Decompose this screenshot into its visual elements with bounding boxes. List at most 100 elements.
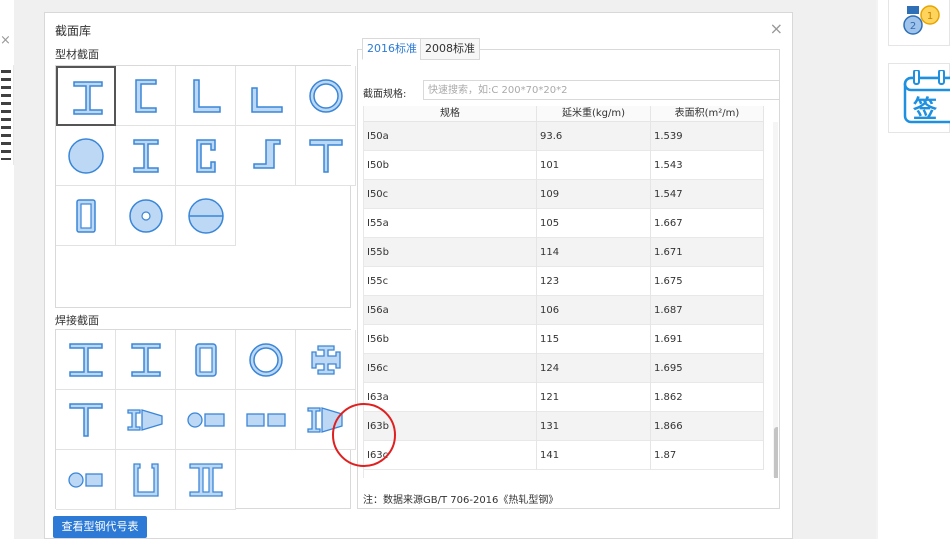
table-row[interactable]: I56c 124 1.695 — [364, 354, 764, 383]
left-side-tab-label — [1, 70, 11, 160]
tab-2016-standard[interactable]: 2016标准 — [362, 38, 422, 60]
z-section[interactable] — [236, 126, 296, 186]
lipped-channel-section[interactable] — [176, 126, 236, 186]
cell-spec: I56a — [364, 296, 537, 325]
welded-tee-section[interactable] — [56, 390, 116, 450]
welded-tee-icon — [69, 403, 103, 437]
double-rect-section[interactable] — [236, 390, 296, 450]
cell-weight: 101 — [537, 151, 651, 180]
table-row[interactable]: I56b 115 1.691 — [364, 325, 764, 354]
lipped-channel-icon — [196, 139, 216, 173]
hollow-round-icon — [129, 199, 163, 233]
welded-i-section[interactable] — [56, 330, 116, 390]
i-beam-icon — [73, 81, 103, 115]
column-header-spec[interactable]: 规格 — [364, 106, 537, 122]
table-row[interactable]: I55b 114 1.671 — [364, 238, 764, 267]
double-web-i-icon — [189, 463, 223, 497]
i-beam-light-icon — [133, 139, 159, 173]
welded-pipe-section[interactable] — [236, 330, 296, 390]
double-web-i-section[interactable] — [176, 450, 236, 510]
equal-angle-icon — [193, 79, 221, 113]
welded-cross-section[interactable] — [296, 330, 356, 390]
tee-icon — [309, 139, 343, 173]
cell-spec: I63a — [364, 383, 537, 412]
pipe-icon — [309, 79, 343, 113]
double-rect-icon — [246, 413, 286, 427]
dialog-title: 截面库 — [55, 24, 92, 38]
u-box-section[interactable] — [116, 450, 176, 510]
table-header: 规格 延米重(kg/m) 表面积(m²/m) — [364, 106, 764, 122]
calendar-checkin-icon: 签 — [903, 70, 950, 124]
cell-area: 1.543 — [651, 151, 764, 180]
welded-box-icon — [195, 343, 217, 377]
cell-spec: I56c — [364, 354, 537, 383]
cell-area: 1.87 — [651, 441, 764, 470]
close-icon[interactable]: × — [770, 19, 783, 38]
table-row[interactable]: I50a 93.6 1.539 — [364, 122, 764, 151]
cell-area: 1.695 — [651, 354, 764, 383]
cell-weight: 93.6 — [537, 122, 651, 151]
table-row[interactable]: I63a 121 1.862 — [364, 383, 764, 412]
welded-i-narrow-section[interactable] — [116, 330, 176, 390]
u-box-icon — [133, 463, 159, 497]
round-bar-section[interactable] — [56, 126, 116, 186]
pipe-section[interactable] — [296, 66, 356, 126]
scrollbar-thumb[interactable] — [774, 427, 778, 478]
round-plate-icon — [68, 472, 103, 488]
table-row[interactable]: I50c 109 1.547 — [364, 180, 764, 209]
round-plate-section[interactable] — [56, 450, 116, 510]
search-input[interactable] — [423, 80, 780, 100]
i-tapered-plate-icon — [307, 407, 343, 433]
welded-section-grid — [55, 329, 356, 510]
table-row[interactable]: I63b 131 1.866 — [364, 412, 764, 441]
welded-box-section[interactable] — [176, 330, 236, 390]
z-section-icon — [253, 139, 281, 169]
cell-weight: 106 — [537, 296, 651, 325]
table-row[interactable]: I50b 101 1.543 — [364, 151, 764, 180]
welded-pipe-icon — [249, 343, 283, 377]
welded-i-narrow-icon — [131, 343, 161, 377]
cell-spec: I63b — [364, 412, 537, 441]
cell-area: 1.539 — [651, 122, 764, 151]
table-row[interactable]: I55a 105 1.667 — [364, 209, 764, 238]
cell-weight: 121 — [537, 383, 651, 412]
split-round-section[interactable] — [176, 186, 236, 246]
tee-section[interactable] — [296, 126, 356, 186]
cell-spec: I55a — [364, 209, 537, 238]
table-scrollbar[interactable] — [773, 122, 778, 478]
table-row[interactable]: I56a 106 1.687 — [364, 296, 764, 325]
view-steel-code-table-button[interactable]: 查看型钢代号表 — [53, 516, 147, 538]
cell-weight: 131 — [537, 412, 651, 441]
cell-spec: I63c — [364, 441, 537, 470]
i-tapered-plate-section[interactable] — [296, 390, 356, 450]
cell-area: 1.547 — [651, 180, 764, 209]
svg-text:1: 1 — [927, 11, 933, 22]
tapered-i-section[interactable] — [116, 390, 176, 450]
cell-weight: 124 — [537, 354, 651, 383]
medal-icon: 2 1 — [903, 5, 940, 35]
tab-2008-standard[interactable]: 2008标准 — [420, 38, 480, 60]
section-spec-panel: 2016标准 2008标准 截面规格: 规格 延米重(kg/m) 表面积(m²/… — [357, 38, 780, 509]
welded-i-icon — [69, 343, 103, 377]
cell-spec: I50a — [364, 122, 537, 151]
channel-section[interactable] — [116, 66, 176, 126]
column-header-area[interactable]: 表面积(m²/m) — [651, 106, 764, 122]
left-close-icon[interactable]: × — [0, 34, 12, 48]
unequal-angle-section[interactable] — [236, 66, 296, 126]
column-header-weight[interactable]: 延米重(kg/m) — [537, 106, 651, 122]
i-beam-light-section[interactable] — [116, 126, 176, 186]
svg-text:2: 2 — [910, 21, 916, 32]
round-rect-icon — [187, 412, 225, 428]
table-row[interactable]: I55c 123 1.675 — [364, 267, 764, 296]
cell-weight: 109 — [537, 180, 651, 209]
i-beam-section[interactable] — [56, 66, 116, 126]
round-rect-section[interactable] — [176, 390, 236, 450]
cell-area: 1.687 — [651, 296, 764, 325]
section-library-dialog: 截面库 × 型材截面 焊接截面 查看型钢代号表 2016标准 2008标准 截面… — [44, 12, 793, 539]
equal-angle-section[interactable] — [176, 66, 236, 126]
calendar-checkin-label: 签 — [912, 95, 938, 123]
rect-tube-section[interactable] — [56, 186, 116, 246]
table-row[interactable]: I63c 141 1.87 — [364, 441, 764, 470]
hollow-round-section[interactable] — [116, 186, 176, 246]
round-bar-icon — [68, 138, 104, 174]
